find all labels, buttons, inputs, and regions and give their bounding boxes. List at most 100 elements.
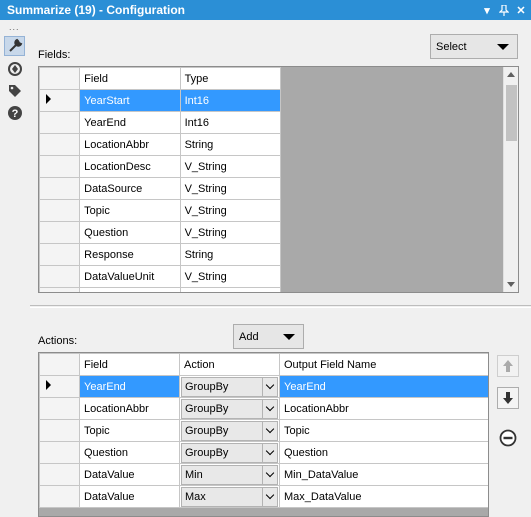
tag-icon[interactable]	[4, 81, 25, 101]
field-cell[interactable]: LocationAbbr	[79, 133, 181, 156]
row-selector[interactable]	[39, 155, 81, 178]
move-up-button[interactable]	[497, 355, 519, 377]
field-cell[interactable]: YearEnd	[79, 111, 181, 134]
table-row[interactable]: DataSource V_String	[39, 177, 282, 200]
type-cell[interactable]: V_String	[179, 177, 282, 200]
table-row[interactable]: LocationDesc V_String	[39, 155, 282, 178]
chevron-down-icon[interactable]	[262, 443, 277, 462]
table-row[interactable]: YearStart Int16	[39, 89, 282, 112]
row-selector[interactable]	[39, 177, 81, 200]
table-row[interactable]	[39, 287, 282, 292]
output-field-cell[interactable]: Max_DataValue	[279, 485, 488, 508]
row-selector[interactable]	[39, 199, 81, 222]
table-row[interactable]: Topic V_String	[39, 199, 282, 222]
row-selector[interactable]	[39, 375, 80, 398]
table-row[interactable]: LocationAbbr GroupBy LocationAbbr	[39, 397, 488, 420]
table-row[interactable]: YearEnd Int16	[39, 111, 282, 134]
field-cell[interactable]: YearStart	[79, 89, 181, 112]
field-cell[interactable]: DataValue	[79, 463, 180, 486]
row-selector[interactable]	[39, 441, 80, 464]
type-cell[interactable]: V_String	[179, 221, 282, 244]
field-cell[interactable]: Topic	[79, 199, 181, 222]
target-icon[interactable]	[4, 59, 25, 79]
field-cell[interactable]: DataValueUnit	[79, 265, 181, 288]
scroll-thumb[interactable]	[506, 85, 517, 141]
row-selector[interactable]	[39, 111, 81, 134]
action-combo[interactable]: GroupBy	[181, 376, 278, 397]
row-selector[interactable]	[39, 287, 81, 292]
table-row[interactable]: Response String	[39, 243, 282, 266]
action-cell[interactable]: GroupBy	[179, 419, 280, 442]
chevron-down-icon[interactable]	[262, 487, 277, 506]
field-cell[interactable]: DataValue	[79, 485, 180, 508]
type-cell[interactable]: V_String	[179, 155, 282, 178]
table-row[interactable]: LocationAbbr String	[39, 133, 282, 156]
output-field-cell[interactable]: YearEnd	[279, 375, 488, 398]
help-icon[interactable]: ?	[4, 103, 25, 123]
action-combo[interactable]: GroupBy	[181, 398, 278, 419]
add-dropdown[interactable]: Add	[233, 324, 304, 349]
action-cell[interactable]: GroupBy	[179, 375, 280, 398]
chevron-down-icon[interactable]	[262, 377, 277, 396]
field-cell[interactable]: LocationAbbr	[79, 397, 180, 420]
output-field-cell[interactable]: Question	[279, 441, 488, 464]
field-cell[interactable]: LocationDesc	[79, 155, 181, 178]
fields-scrollbar[interactable]	[503, 67, 518, 292]
output-field-cell[interactable]: LocationAbbr	[279, 397, 488, 420]
action-combo[interactable]: Max	[181, 486, 278, 507]
output-field-cell[interactable]: Topic	[279, 419, 488, 442]
field-cell[interactable]: Question	[79, 221, 181, 244]
remove-button[interactable]	[497, 427, 519, 449]
row-selector[interactable]	[39, 221, 81, 244]
close-icon[interactable]: ✕	[514, 3, 528, 17]
table-row[interactable]: Topic GroupBy Topic	[39, 419, 488, 442]
output-field-cell[interactable]: Min_DataValue	[279, 463, 488, 486]
table-row[interactable]: DataValue Min Min_DataValue	[39, 463, 488, 486]
scroll-down-icon[interactable]	[507, 282, 515, 287]
fields-column-header-type[interactable]: Type	[179, 67, 282, 90]
chevron-down-icon[interactable]	[262, 421, 277, 440]
actions-column-header-field[interactable]: Field	[79, 353, 180, 376]
row-selector[interactable]	[39, 397, 80, 420]
table-row[interactable]: DataValueUnit V_String	[39, 265, 282, 288]
type-cell[interactable]: Int16	[179, 111, 282, 134]
type-cell[interactable]: String	[179, 243, 282, 266]
field-cell[interactable]: DataSource	[79, 177, 181, 200]
row-selector[interactable]	[39, 463, 80, 486]
actions-column-header-action[interactable]: Action	[179, 353, 280, 376]
type-cell[interactable]: V_String	[179, 199, 282, 222]
field-cell[interactable]: Response	[79, 243, 181, 266]
fields-column-header-field[interactable]: Field	[79, 67, 181, 90]
actions-column-header-output[interactable]: Output Field Name	[279, 353, 488, 376]
panel-divider[interactable]	[30, 305, 531, 308]
dropdown-menu-icon[interactable]: ▾	[480, 3, 494, 17]
field-cell[interactable]: YearEnd	[79, 375, 180, 398]
row-selector[interactable]	[39, 89, 81, 112]
action-cell[interactable]: GroupBy	[179, 441, 280, 464]
action-combo[interactable]: Min	[181, 464, 278, 485]
action-cell[interactable]: Max	[179, 485, 280, 508]
type-cell[interactable]: V_String	[179, 265, 282, 288]
field-cell[interactable]: Topic	[79, 419, 180, 442]
select-dropdown[interactable]: Select	[430, 34, 518, 59]
action-cell[interactable]: Min	[179, 463, 280, 486]
row-selector[interactable]	[39, 265, 81, 288]
type-cell[interactable]	[179, 287, 282, 292]
chevron-down-icon[interactable]	[262, 399, 277, 418]
wrench-icon[interactable]	[4, 36, 25, 56]
row-selector[interactable]	[39, 243, 81, 266]
action-cell[interactable]: GroupBy	[179, 397, 280, 420]
action-combo[interactable]: GroupBy	[181, 442, 278, 463]
type-cell[interactable]: Int16	[179, 89, 282, 112]
table-row[interactable]: Question GroupBy Question	[39, 441, 488, 464]
field-cell[interactable]	[79, 287, 181, 292]
table-row[interactable]: YearEnd GroupBy YearEnd	[39, 375, 488, 398]
row-selector[interactable]	[39, 419, 80, 442]
type-cell[interactable]: String	[179, 133, 282, 156]
field-cell[interactable]: Question	[79, 441, 180, 464]
table-row[interactable]: Question V_String	[39, 221, 282, 244]
pin-icon[interactable]	[497, 3, 511, 17]
chevron-down-icon[interactable]	[262, 465, 277, 484]
action-combo[interactable]: GroupBy	[181, 420, 278, 441]
scroll-up-icon[interactable]	[507, 72, 515, 77]
